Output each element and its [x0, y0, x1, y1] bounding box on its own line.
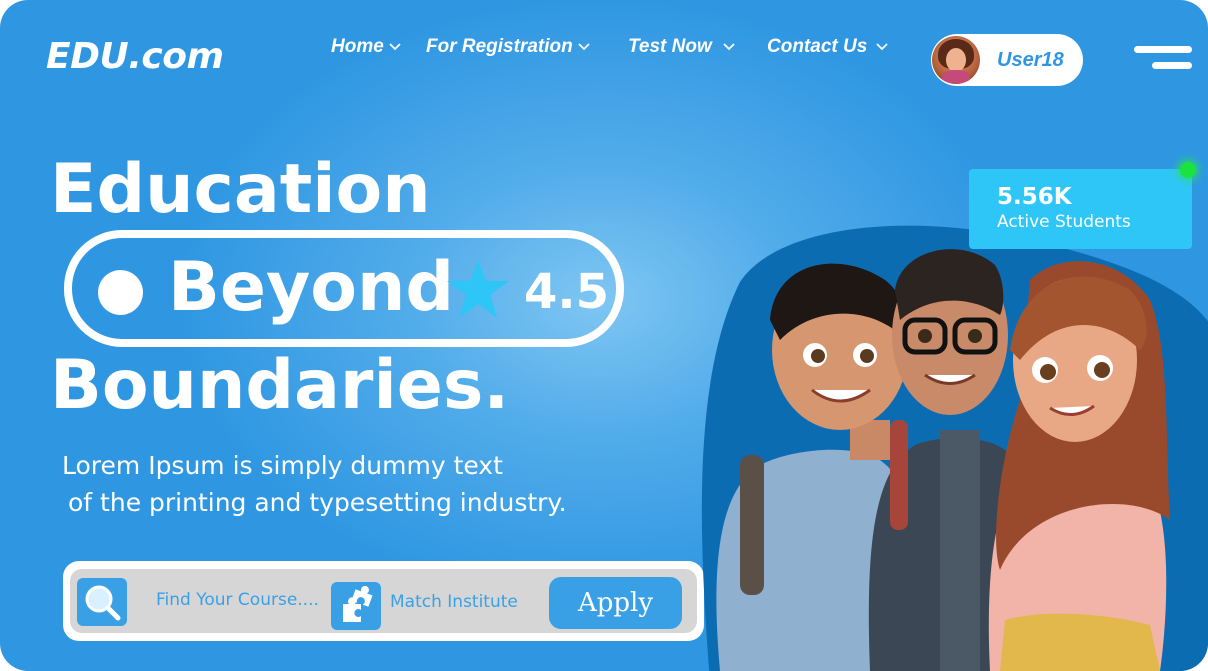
hero-title-line2: Beyond [168, 248, 455, 327]
search-icon[interactable] [77, 578, 127, 626]
course-search-bar: Find Your Course.... Match Institute App… [63, 561, 704, 641]
rating-value: 4.5 [524, 264, 610, 320]
course-search-input[interactable]: Find Your Course.... [156, 590, 319, 610]
stats-label: Active Students [997, 212, 1131, 232]
chevron-down-icon [578, 43, 590, 51]
dot-icon [98, 270, 143, 315]
chevron-down-icon [876, 43, 888, 51]
hamburger-menu-icon[interactable] [1134, 46, 1192, 70]
students-illustration [716, 249, 1170, 671]
avatar [932, 36, 980, 84]
nav-item-contact-us[interactable]: Contact Us [767, 36, 889, 58]
hero-banner: EDU.com Home For Registration Test Now C… [0, 0, 1208, 671]
user-profile-button[interactable]: User18 [931, 34, 1083, 86]
user-name: User18 [997, 48, 1064, 71]
nav-item-label: Home [331, 36, 384, 57]
nav-item-label: For Registration [426, 36, 573, 57]
nav-item-label: Contact Us [767, 36, 868, 57]
stats-value: 5.56K [997, 184, 1072, 210]
nav-item-test-now[interactable]: Test Now [628, 36, 736, 58]
chevron-down-icon [723, 43, 735, 51]
nav-item-registration[interactable]: For Registration [426, 36, 591, 58]
online-status-indicator [1180, 162, 1196, 178]
hero-title-pill: Beyond 4.5 [64, 230, 624, 347]
nav-item-label: Test Now [628, 36, 712, 57]
apply-button[interactable]: Apply [549, 577, 682, 629]
search-bar-inner: Find Your Course.... Match Institute App… [70, 569, 697, 633]
nav-item-home[interactable]: Home [331, 36, 402, 58]
hero-title-line1: Education [50, 150, 431, 229]
star-icon [447, 260, 509, 318]
match-institute-button[interactable]: Match Institute [390, 592, 518, 612]
active-students-card: 5.56K Active Students [969, 169, 1192, 249]
chevron-down-icon [389, 43, 401, 51]
hero-subtitle-line1: Lorem Ipsum is simply dummy text [62, 451, 503, 480]
hero-title-line3: Boundaries. [50, 346, 510, 425]
site-logo[interactable]: EDU.com [46, 36, 224, 77]
puzzle-icon[interactable] [331, 582, 381, 630]
hero-subtitle-line2: of the printing and typesetting industry… [68, 488, 567, 517]
